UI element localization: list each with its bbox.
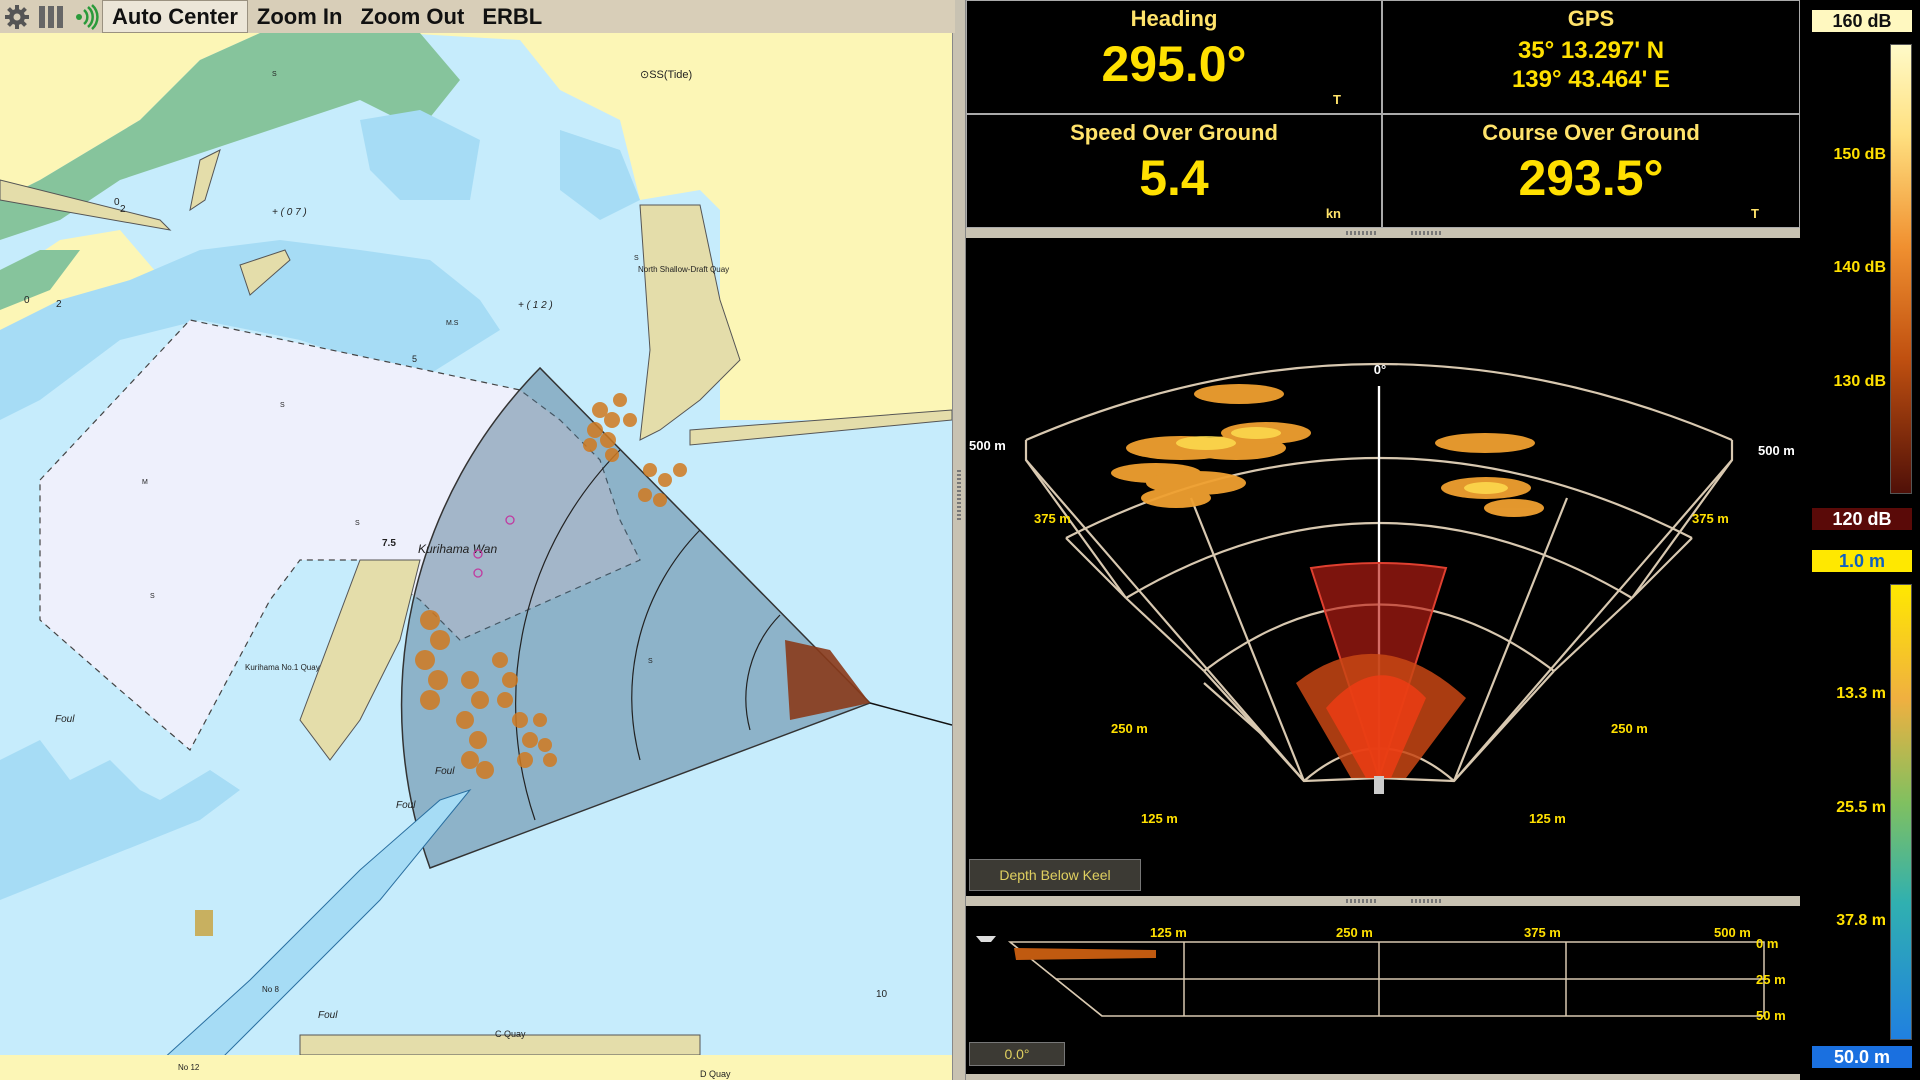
tide-label: ⊙SS(Tide) — [640, 69, 692, 81]
nautical-chart[interactable]: ⊙SS(Tide) North Shallow-Draft Quay Kurih… — [0, 33, 952, 1080]
splitter[interactable] — [966, 896, 1800, 906]
cog-title: Course Over Ground — [1482, 120, 1700, 145]
depth-scale-min: 1.0 m — [1812, 550, 1912, 572]
foul-label: Foul — [318, 1010, 338, 1021]
erbl-button[interactable]: ERBL — [473, 0, 551, 33]
sog-unit: kn — [1325, 206, 1341, 221]
db-tick: 150 dB — [1833, 146, 1886, 163]
foul-label: Foul — [435, 766, 455, 777]
sog-tile: Speed Over Ground 5.4 kn — [966, 114, 1382, 228]
seabed-label: M — [142, 479, 148, 486]
side-depth-50: 50 m — [1756, 1008, 1786, 1023]
heading-value: 295.0° — [1101, 36, 1247, 92]
depth-contour-label: 2 — [120, 204, 126, 215]
tilt-angle-box[interactable]: 0.0° — [969, 1042, 1065, 1066]
depth-contour-label: 5 — [412, 354, 417, 364]
sonar-targets — [1111, 384, 1544, 517]
cog-unit: T — [1751, 206, 1759, 221]
depth-scale-max: 50.0 m — [1812, 1046, 1912, 1068]
bay-label: Kurihama Wan — [418, 542, 497, 556]
depth-contour-label: 7.5 — [382, 538, 396, 549]
range-label-500-right: 500 m — [1758, 443, 1795, 458]
side-view[interactable]: 125 m 250 m 375 m 500 m 0 m 25 m 50 m 0.… — [966, 906, 1800, 1074]
panel-divider[interactable] — [952, 0, 966, 1080]
gps-title: GPS — [1567, 6, 1615, 31]
sog-title: Speed Over Ground — [1070, 120, 1278, 145]
quay1-label: Kurihama No.1 Quay — [245, 663, 320, 672]
db-scale-max: 160 dB — [1812, 10, 1912, 32]
vessel-icon — [1374, 776, 1384, 794]
seabed-label: S — [280, 402, 285, 409]
seabed-label: S — [634, 255, 639, 262]
seabed-label: S — [272, 71, 277, 78]
foul-label: Foul — [55, 714, 75, 725]
range-label-375-right: 375 m — [1692, 511, 1729, 526]
range-label-250-left: 250 m — [1111, 721, 1148, 736]
depth-contour-label: 0 — [24, 295, 30, 306]
north-quay-label: North Shallow-Draft Quay — [638, 265, 729, 274]
zoom-out-button[interactable]: Zoom Out — [351, 0, 473, 33]
side-depth-0: 0 m — [1756, 936, 1778, 951]
heading-unit: T — [1333, 92, 1341, 107]
color-scales: 160 dB 150 dB 140 dB 130 dB 120 dB 1.0 m… — [1800, 0, 1920, 1080]
side-depth-25: 25 m — [1756, 972, 1786, 987]
side-range-125: 125 m — [1150, 925, 1187, 940]
db-tick: 140 dB — [1833, 259, 1886, 276]
db-tick: 130 dB — [1833, 373, 1886, 390]
gps-longitude: 139° 43.464' E — [1511, 66, 1671, 93]
no8-label: No 8 — [262, 985, 279, 994]
auto-center-button[interactable]: Auto Center — [102, 0, 248, 33]
depth-contour-label: 10 — [876, 989, 888, 1000]
bearing-label: 0° — [1374, 362, 1386, 377]
zoom-in-button[interactable]: Zoom In — [248, 0, 352, 33]
gps-tile: GPS 35° 13.297' N 139° 43.464' E — [1382, 0, 1800, 114]
depth-sounding: + ( 1 2 ) — [518, 300, 553, 311]
sonar-3d-view[interactable]: 0° 125 m 125 m 250 m 250 m 375 m 375 m 5… — [966, 238, 1800, 896]
side-range-375: 375 m — [1524, 925, 1561, 940]
depth-tick: 25.5 m — [1836, 799, 1886, 816]
cog-tile: Course Over Ground 293.5° T — [1382, 114, 1800, 228]
seabed-label: S — [648, 658, 653, 665]
seabed-label: S — [355, 520, 360, 527]
side-echo — [1014, 948, 1156, 960]
side-range-500: 500 m — [1714, 925, 1751, 940]
toolbar: Auto Center Zoom In Zoom Out ERBL — [0, 0, 955, 33]
right-panel: Heading 295.0° T GPS 35° 13.297' N 139° … — [966, 0, 1800, 1080]
no12-label: No 12 — [178, 1063, 200, 1072]
depth-color-bar — [1890, 584, 1912, 1040]
vessel-icon — [976, 936, 996, 942]
side-range-250: 250 m — [1336, 925, 1373, 940]
seabed-label: M.S — [446, 320, 459, 327]
d-quay-label: D Quay — [700, 1069, 731, 1079]
instrument-panel: Heading 295.0° T GPS 35° 13.297' N 139° … — [966, 0, 1800, 228]
range-label-375-left: 375 m — [1034, 511, 1071, 526]
range-label-125-right: 125 m — [1529, 811, 1566, 826]
splitter[interactable] — [966, 228, 1800, 238]
c-quay-label: C Quay — [495, 1029, 526, 1039]
columns-icon[interactable] — [34, 0, 68, 33]
heading-tile: Heading 295.0° T — [966, 0, 1382, 114]
depth-sounding: + ( 0 7 ) — [272, 207, 307, 218]
db-color-bar — [1890, 44, 1912, 494]
gear-icon[interactable] — [0, 0, 34, 33]
depth-tick: 13.3 m — [1836, 685, 1886, 702]
range-label-125-left: 125 m — [1141, 811, 1178, 826]
range-label-500-left: 500 m — [969, 438, 1006, 453]
heading-title: Heading — [1130, 6, 1218, 31]
foul-label: Foul — [396, 800, 416, 811]
cog-value: 293.5° — [1518, 150, 1664, 206]
signal-icon[interactable] — [68, 0, 102, 33]
seabed-label: S — [150, 593, 155, 600]
sog-value: 5.4 — [1139, 150, 1209, 206]
range-label-250-right: 250 m — [1611, 721, 1648, 736]
db-scale-min: 120 dB — [1812, 508, 1912, 530]
depth-below-keel-button[interactable]: Depth Below Keel — [969, 859, 1141, 891]
gps-latitude: 35° 13.297' N — [1517, 37, 1665, 64]
depth-tick: 37.8 m — [1836, 912, 1886, 929]
depth-contour-label: 2 — [56, 299, 62, 310]
